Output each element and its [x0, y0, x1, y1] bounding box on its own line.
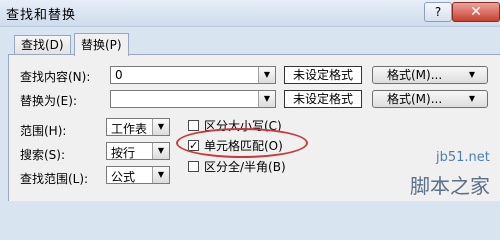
replace-format-button[interactable]: 格式(M)... ▼ — [372, 90, 488, 108]
find-what-label: 查找内容(N): — [20, 70, 91, 84]
find-format-button[interactable]: 格式(M)... ▼ — [372, 66, 488, 84]
within-select[interactable]: 工作表 ▼ — [106, 118, 170, 136]
search-label: 搜索(S): — [20, 148, 66, 162]
match-case-checkbox[interactable] — [188, 120, 199, 131]
tab-find[interactable]: 查找(D) — [14, 35, 71, 54]
match-byte-label: 区分全/半角(B) — [204, 160, 286, 174]
watermark-site: jb51.net — [436, 150, 490, 165]
tab-replace[interactable]: 替换(P) — [74, 33, 129, 56]
replace-with-label: 替换为(E): — [20, 94, 77, 108]
chevron-down-icon[interactable]: ▼ — [258, 91, 275, 107]
watermark-brand: 脚本之家 — [410, 174, 490, 198]
help-button[interactable]: ? — [424, 2, 452, 22]
replace-with-combo[interactable]: ▼ — [110, 90, 276, 108]
within-value: 工作表 — [111, 122, 148, 136]
chevron-down-icon: ▼ — [468, 70, 475, 79]
chevron-down-icon[interactable]: ▼ — [152, 167, 169, 183]
find-format-button-label: 格式(M)... — [387, 68, 443, 82]
find-what-value: 0 — [115, 68, 123, 82]
close-button[interactable]: ✕ — [452, 2, 500, 22]
chevron-down-icon[interactable]: ▼ — [258, 67, 275, 83]
find-format-status: 未设定格式 — [284, 66, 362, 84]
look-in-value: 公式 — [111, 170, 136, 184]
search-value: 按行 — [111, 146, 136, 160]
replace-format-button-label: 格式(M)... — [387, 92, 443, 106]
match-byte-checkbox[interactable] — [188, 161, 199, 172]
chevron-down-icon: ▼ — [468, 94, 475, 103]
chevron-down-icon[interactable]: ▼ — [152, 143, 169, 159]
find-what-combo[interactable]: 0 ▼ — [110, 66, 276, 84]
within-label: 范围(H): — [20, 124, 67, 138]
search-select[interactable]: 按行 ▼ — [106, 142, 170, 160]
chevron-down-icon[interactable]: ▼ — [152, 119, 169, 135]
replace-format-status: 未设定格式 — [284, 90, 362, 108]
window-title: 查找和替换 — [6, 8, 77, 23]
look-in-select[interactable]: 公式 ▼ — [106, 166, 170, 184]
highlight-circle — [176, 128, 308, 158]
look-in-label: 查找范围(L): — [20, 172, 89, 186]
title-bar: 查找和替换 ? ✕ — [0, 0, 500, 27]
